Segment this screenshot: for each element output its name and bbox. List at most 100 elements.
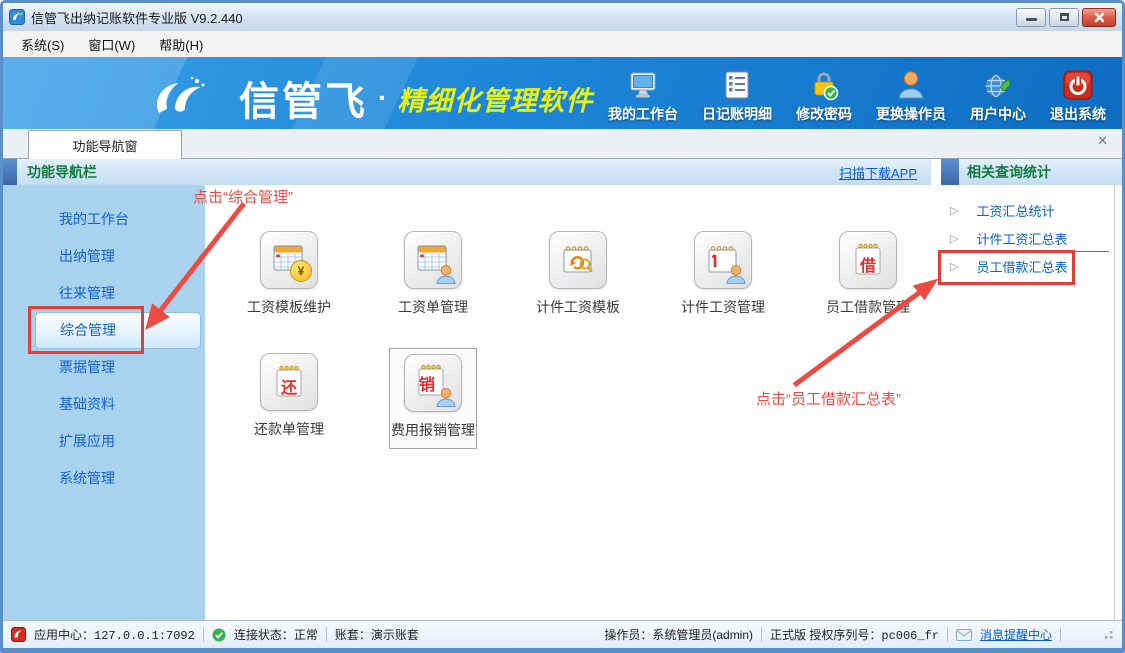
sidebar-item-contacts[interactable]: 往来管理 [35, 275, 201, 312]
status-bar: 应用中心：127.0.0.1:7092 连接状态：正常 账套：演示账套 操作员：… [3, 620, 1122, 648]
module-repayment-mgmt[interactable]: 还 还款单管理 [246, 353, 332, 439]
header-toolbar: 我的工作台 日记账明细 修改密码 [608, 57, 1122, 129]
module-area: ¥ 工资模板维护 [205, 185, 931, 620]
query-item-label: 工资汇总统计 [976, 201, 1054, 220]
loan-char-glyph: 借 [840, 252, 896, 276]
toolbar-exit-system[interactable]: 退出系统 [1050, 69, 1106, 124]
menu-item-help[interactable]: 帮助(H) [149, 32, 213, 57]
query-panel-header: 相关查询统计 [941, 159, 1122, 185]
nav-panel-header: 功能导航栏 扫描下载APP [3, 159, 931, 185]
toolbar-label: 更换操作员 [876, 104, 946, 124]
person-icon [435, 388, 457, 407]
app-logo-icon [9, 9, 25, 25]
menu-item-system[interactable]: 系统(S) [11, 32, 74, 57]
connection-ok-icon [212, 628, 226, 642]
tab-close-icon[interactable]: ✕ [1097, 134, 1108, 147]
tab-strip: 功能导航窗 ✕ [3, 129, 1122, 159]
nav-body: 我的工作台 出纳管理 往来管理 综合管理 票据管理 基础资料 扩展应用 系统管理 [3, 185, 931, 620]
status-app-center: 应用中心：127.0.0.1:7092 [34, 626, 195, 643]
expense-reimburse-icon: 销 [404, 354, 462, 412]
nav-column: 功能导航栏 扫描下载APP 我的工作台 出纳管理 往来管理 综合管理 票据管理 … [3, 159, 931, 620]
piecework-manage-icon [694, 231, 752, 289]
nav-panel-title: 功能导航栏 [27, 162, 97, 182]
menu-bar: 系统(S) 窗口(W) 帮助(H) [3, 31, 1122, 57]
menu-item-window[interactable]: 窗口(W) [78, 32, 145, 57]
module-label: 员工借款管理 [826, 297, 910, 317]
minimize-button[interactable] [1016, 8, 1046, 27]
download-app-link[interactable]: 扫描下载APP [839, 163, 917, 182]
sidebar-item-comprehensive[interactable]: 综合管理 [35, 312, 201, 349]
brand-logo-icon [145, 75, 213, 121]
tab-label: 功能导航窗 [72, 136, 137, 155]
switch-operator-user-icon [895, 69, 927, 101]
user-center-globe-icon [982, 69, 1014, 101]
resize-grip[interactable] [1103, 629, 1114, 640]
nav-sidebar: 我的工作台 出纳管理 往来管理 综合管理 票据管理 基础资料 扩展应用 系统管理 [3, 185, 205, 620]
toolbar-user-center[interactable]: 用户中心 [970, 69, 1026, 124]
toolbar-label: 我的工作台 [608, 104, 678, 124]
query-item-label: 员工借款汇总表 [976, 257, 1067, 276]
sidebar-item-cashier[interactable]: 出纳管理 [35, 238, 201, 275]
person-icon [725, 265, 747, 284]
expand-triangle-icon: ▷ [950, 232, 958, 245]
message-center-link[interactable]: 消息提醒中心 [980, 626, 1052, 643]
status-separator [326, 627, 327, 642]
journal-detail-icon [721, 69, 753, 101]
sidebar-item-extensions[interactable]: 扩展应用 [35, 423, 201, 460]
app-center-logo-icon [11, 627, 26, 642]
person-icon [435, 265, 457, 284]
query-item-label: 计件工资汇总表 [976, 229, 1067, 248]
module-label: 工资模板维护 [247, 297, 331, 317]
maximize-button[interactable] [1049, 8, 1079, 27]
toolbar-label: 修改密码 [796, 104, 852, 124]
sidebar-item-workbench[interactable]: 我的工作台 [35, 201, 201, 238]
status-connection: 连接状态：正常 [234, 626, 318, 643]
workbench-monitor-icon [627, 69, 659, 101]
sidebar-item-bills[interactable]: 票据管理 [35, 349, 201, 386]
salary-sheet-icon [404, 231, 462, 289]
status-separator [1060, 627, 1061, 642]
query-panel: ▷ 工资汇总统计 ▷ 计件工资汇总表 ▷ 员工借款汇总表 [941, 185, 1122, 620]
employee-loan-icon: 借 [839, 231, 897, 289]
toolbar-change-password[interactable]: 修改密码 [796, 69, 852, 124]
module-salary-template-maint[interactable]: ¥ 工资模板维护 [246, 231, 332, 317]
module-piecework-template[interactable]: 计件工资模板 [535, 231, 621, 317]
brand-area: 信管飞 · 精细化管理软件 [145, 67, 593, 129]
change-password-lock-icon [808, 69, 840, 101]
content-area: 功能导航栏 扫描下载APP 我的工作台 出纳管理 往来管理 综合管理 票据管理 … [3, 159, 1122, 620]
query-item-salary-summary[interactable]: ▷ 工资汇总统计 [941, 196, 1054, 224]
toolbar-switch-operator[interactable]: 更换操作员 [876, 69, 946, 124]
brand-tagline: 精细化管理软件 [397, 79, 593, 118]
sidebar-item-basedata[interactable]: 基础资料 [35, 386, 201, 423]
module-label: 计件工资管理 [681, 297, 765, 317]
module-expense-reimburse-mgmt[interactable]: 销 费用报销管理 [389, 348, 477, 449]
toolbar-journal-detail[interactable]: 日记账明细 [702, 69, 772, 124]
sidebar-item-system[interactable]: 系统管理 [35, 460, 201, 497]
close-button[interactable] [1082, 8, 1116, 27]
query-item-employee-loan-summary[interactable]: ▷ 员工借款汇总表 [941, 252, 1067, 280]
toolbar-my-workbench[interactable]: 我的工作台 [608, 69, 678, 124]
brand-dot: · [378, 82, 387, 114]
status-separator [947, 627, 948, 642]
header-accent-block [3, 159, 17, 185]
query-item-piecework-summary[interactable]: ▷ 计件工资汇总表 [941, 224, 1067, 252]
title-bar: 信管飞出纳记账软件专业版 V9.2.440 [3, 3, 1122, 31]
status-operator: 操作员：系统管理员(admin) [604, 626, 753, 643]
mail-icon [956, 629, 972, 641]
module-employee-loan-mgmt[interactable]: 借 员工借款管理 [825, 231, 911, 317]
salary-template-icon: ¥ [260, 231, 318, 289]
module-salary-sheet-mgmt[interactable]: 工资单管理 [390, 231, 476, 317]
tab-function-nav[interactable]: 功能导航窗 [28, 130, 182, 159]
query-column: 相关查询统计 ▷ 工资汇总统计 ▷ 计件工资汇总表 ▷ 员工借款汇总表 [941, 159, 1122, 620]
status-license: 正式版 授权序列号：pc006_fr [770, 626, 939, 643]
module-piecework-mgmt[interactable]: 计件工资管理 [680, 231, 766, 317]
window-title: 信管飞出纳记账软件专业版 V9.2.440 [31, 8, 243, 27]
close-icon [1094, 12, 1105, 23]
toolbar-label: 用户中心 [970, 104, 1026, 124]
status-separator [761, 627, 762, 642]
window-controls [1016, 8, 1116, 27]
query-scrollbar[interactable] [1114, 185, 1122, 620]
repayment-icon: 还 [260, 353, 318, 411]
status-account: 账套：演示账套 [335, 626, 419, 643]
exit-system-power-icon [1062, 69, 1094, 101]
